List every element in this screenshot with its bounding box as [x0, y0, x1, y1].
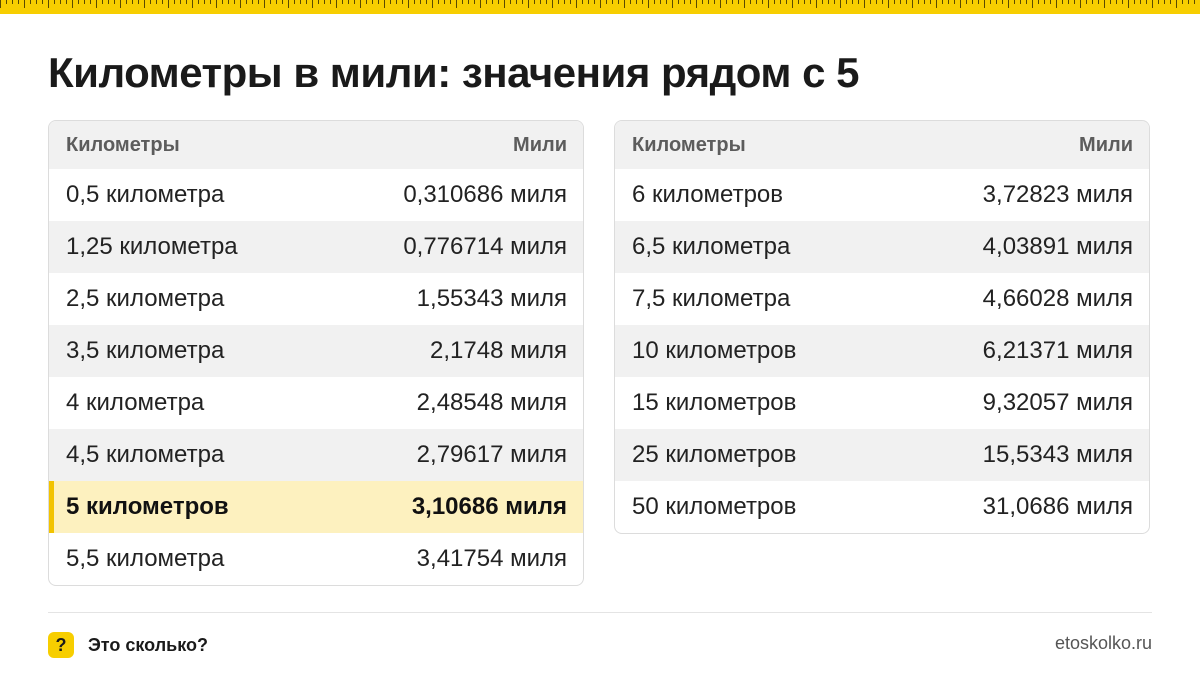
footer-divider [48, 612, 1152, 613]
row-km: 6,5 километра [632, 233, 791, 260]
row-mi: 2,79617 миля [416, 441, 567, 468]
table-row: 4 километра 2,48548 миля [49, 377, 583, 429]
brand-name: Это сколько? [88, 634, 208, 655]
row-mi: 4,66028 миля [982, 285, 1133, 312]
table-row: 25 километров 15,5343 миля [615, 429, 1149, 481]
header-miles: Мили [513, 133, 567, 156]
table-row: 0,5 километра 0,310686 миля [49, 169, 583, 221]
table-row: 50 километров 31,0686 миля [615, 481, 1149, 533]
row-km: 4,5 километра [66, 441, 225, 468]
table-row: 3,5 километра 2,1748 миля [49, 325, 583, 377]
row-mi: 0,310686 миля [403, 181, 567, 208]
row-km: 15 километров [632, 389, 797, 416]
row-km: 2,5 километра [66, 285, 225, 312]
row-km: 6 километров [632, 181, 784, 208]
brand-logo[interactable]: ? Это сколько? [48, 631, 208, 659]
header-kilometers: Километры [66, 133, 180, 156]
row-mi: 9,32057 миля [982, 389, 1133, 416]
header-miles: Мили [1079, 133, 1133, 156]
row-km: 1,25 километра [66, 233, 238, 260]
page-title: Километры в мили: значения рядом с 5 [48, 49, 860, 96]
row-km: 0,5 километра [66, 181, 225, 208]
table-row: 5,5 километра 3,41754 миля [49, 533, 583, 585]
row-mi: 31,0686 миля [982, 493, 1133, 520]
row-km: 10 километров [632, 337, 797, 364]
row-km: 3,5 километра [66, 337, 225, 364]
header-kilometers: Километры [632, 133, 746, 156]
row-km: 5 километров [66, 493, 229, 520]
table-row: 6 километров 3,72823 миля [615, 169, 1149, 221]
table-row: 10 километров 6,21371 миля [615, 325, 1149, 377]
table-header: Километры Мили [49, 121, 583, 169]
ruler-decoration [0, 0, 1200, 14]
row-mi: 3,10686 миля [411, 493, 567, 520]
conversion-table-left: Километры Мили 0,5 километра 0,310686 ми… [48, 120, 584, 586]
row-mi: 1,55343 миля [416, 285, 567, 312]
conversion-table-right: Километры Мили 6 километров 3,72823 миля… [614, 120, 1150, 534]
site-link[interactable]: etoskolko.ru [1055, 633, 1152, 654]
table-row: 7,5 километра 4,66028 миля [615, 273, 1149, 325]
row-mi: 2,48548 миля [416, 389, 567, 416]
row-km: 5,5 километра [66, 545, 225, 572]
table-row: 4,5 километра 2,79617 миля [49, 429, 583, 481]
row-km: 7,5 километра [632, 285, 791, 312]
table-row-highlighted: 5 километров 3,10686 миля [49, 481, 583, 533]
row-km: 50 километров [632, 493, 797, 520]
row-km: 25 километров [632, 441, 797, 468]
row-mi: 15,5343 миля [982, 441, 1133, 468]
question-mark-icon: ? [48, 632, 74, 658]
table-header: Километры Мили [615, 121, 1149, 169]
row-mi: 4,03891 миля [982, 233, 1133, 260]
table-row: 6,5 километра 4,03891 миля [615, 221, 1149, 273]
row-mi: 6,21371 миля [982, 337, 1133, 364]
row-mi: 0,776714 миля [403, 233, 567, 260]
row-mi: 3,72823 миля [982, 181, 1133, 208]
row-km: 4 километра [66, 389, 205, 416]
table-row: 1,25 километра 0,776714 миля [49, 221, 583, 273]
table-row: 2,5 километра 1,55343 миля [49, 273, 583, 325]
row-mi: 3,41754 миля [416, 545, 567, 572]
row-mi: 2,1748 миля [430, 337, 567, 364]
table-row: 15 километров 9,32057 миля [615, 377, 1149, 429]
